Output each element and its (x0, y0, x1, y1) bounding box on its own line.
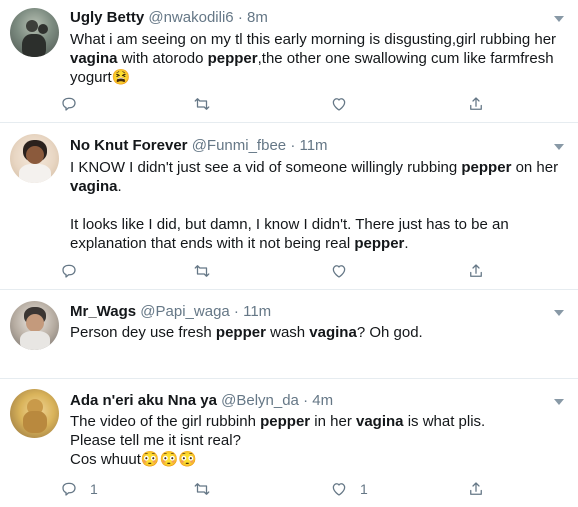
tweet-text: I KNOW I didn't just see a vid of someon… (70, 158, 560, 253)
like-icon (332, 265, 346, 278)
separator-dot: · (290, 137, 296, 154)
avatar[interactable] (10, 389, 59, 438)
tweet[interactable]: Mr_Wags @Papi_waga · 11m Person dey use … (0, 291, 578, 379)
retweet-button[interactable] (193, 261, 211, 281)
tweet-text-segment: in her (310, 413, 356, 430)
tweet-text: What i am seeing on my tl this early mor… (70, 30, 560, 87)
like-button[interactable] (330, 261, 360, 281)
tweet-text-segment: . (404, 235, 409, 252)
timestamp[interactable]: 11m (299, 137, 327, 154)
display-name[interactable]: No Knut Forever (70, 137, 188, 154)
tweet-header: Ada n'eri aku Nna ya @Belyn_da · 4m (70, 391, 333, 410)
highlighted-keyword: pepper (215, 324, 266, 341)
tweet-text-segment: Person dey use fresh (70, 324, 216, 341)
reply-icon (62, 482, 76, 496)
retweet-icon (194, 265, 210, 277)
highlighted-keyword: pepper (354, 235, 405, 252)
tweet-actions (60, 94, 500, 114)
timestamp[interactable]: 4m (312, 392, 333, 409)
share-button[interactable] (467, 94, 485, 114)
share-icon (470, 482, 482, 495)
reply-button[interactable] (60, 94, 90, 114)
separator-dot: · (237, 9, 243, 26)
user-handle[interactable]: @nwakodili6 (148, 9, 233, 26)
tweet-text-segment: . It looks like I did, but damn, I know … (70, 178, 509, 252)
timestamp[interactable]: 11m (243, 303, 271, 320)
avatar[interactable] (10, 8, 59, 57)
tweet-text: Person dey use fresh pepper wash vagina?… (70, 323, 560, 342)
highlighted-keyword: vagina (70, 50, 118, 67)
highlighted-keyword: pepper (207, 50, 258, 67)
tweet-text-segment: with atorodo (117, 50, 208, 67)
chevron-down-icon[interactable] (554, 16, 564, 22)
tweet-text-segment: wash (265, 324, 310, 341)
display-name[interactable]: Mr_Wags (70, 303, 136, 320)
highlighted-keyword: vagina (356, 413, 404, 430)
reply-icon (62, 264, 76, 278)
tweet[interactable]: Ugly Betty @nwakodili6 · 8m What i am se… (0, 0, 578, 123)
highlighted-keyword: pepper (461, 159, 512, 176)
tweet[interactable]: Ada n'eri aku Nna ya @Belyn_da · 4m The … (0, 380, 578, 507)
display-name[interactable]: Ugly Betty (70, 9, 144, 26)
tweet-text: The video of the girl rubbinh pepper in … (70, 412, 560, 469)
highlighted-keyword: vagina (309, 324, 357, 341)
tweet-header: Mr_Wags @Papi_waga · 11m (70, 302, 271, 321)
separator-dot: · (303, 392, 309, 409)
tweet-text-segment: 😳😳😳 (140, 451, 197, 468)
user-handle[interactable]: @Funmi_fbee (192, 137, 286, 154)
like-icon (332, 98, 346, 111)
tweet-text-segment: on her (511, 159, 563, 176)
tweet-text-segment: 😫 (111, 69, 131, 86)
tweet-text-segment: What i am seeing on my tl this early mor… (70, 31, 561, 48)
share-button[interactable] (467, 479, 485, 499)
timestamp[interactable]: 8m (247, 9, 268, 26)
retweet-button[interactable] (193, 94, 211, 114)
retweet-icon (194, 98, 210, 110)
share-icon (470, 264, 482, 277)
avatar[interactable] (10, 301, 59, 350)
tweet[interactable]: No Knut Forever @Funmi_fbee · 11m I KNOW… (0, 124, 578, 290)
display-name[interactable]: Ada n'eri aku Nna ya (70, 392, 217, 409)
retweet-button[interactable] (193, 479, 211, 499)
tweet-actions (60, 261, 500, 281)
reply-button[interactable] (60, 261, 90, 281)
tweet-text-segment: The video of the girl rubbinh (70, 413, 261, 430)
reply-button[interactable]: 1 (60, 479, 98, 499)
separator-dot: · (233, 303, 239, 320)
tweet-header: Ugly Betty @nwakodili6 · 8m (70, 8, 268, 27)
tweet-header: No Knut Forever @Funmi_fbee · 11m (70, 136, 328, 155)
tweet-feed: Ugly Betty @nwakodili6 · 8m What i am se… (0, 0, 578, 507)
like-button[interactable] (330, 94, 360, 114)
reply-icon (62, 97, 76, 111)
share-button[interactable] (467, 261, 485, 281)
tweet-text-segment: ? Oh god. (356, 324, 423, 341)
highlighted-keyword: vagina (70, 178, 118, 195)
tweet-text-segment: I KNOW I didn't just see a vid of someon… (70, 159, 462, 176)
share-icon (470, 97, 482, 110)
chevron-down-icon[interactable] (554, 310, 564, 316)
highlighted-keyword: pepper (260, 413, 311, 430)
like-button[interactable]: 1 (330, 479, 368, 499)
user-handle[interactable]: @Belyn_da (221, 392, 299, 409)
reply-count: 1 (90, 481, 98, 497)
retweet-icon (194, 483, 210, 495)
chevron-down-icon[interactable] (554, 399, 564, 405)
chevron-down-icon[interactable] (554, 144, 564, 150)
user-handle[interactable]: @Papi_waga (140, 303, 229, 320)
tweet-actions: 1 1 (60, 479, 500, 499)
avatar[interactable] (10, 134, 59, 183)
like-icon (332, 483, 346, 496)
like-count: 1 (360, 481, 368, 497)
